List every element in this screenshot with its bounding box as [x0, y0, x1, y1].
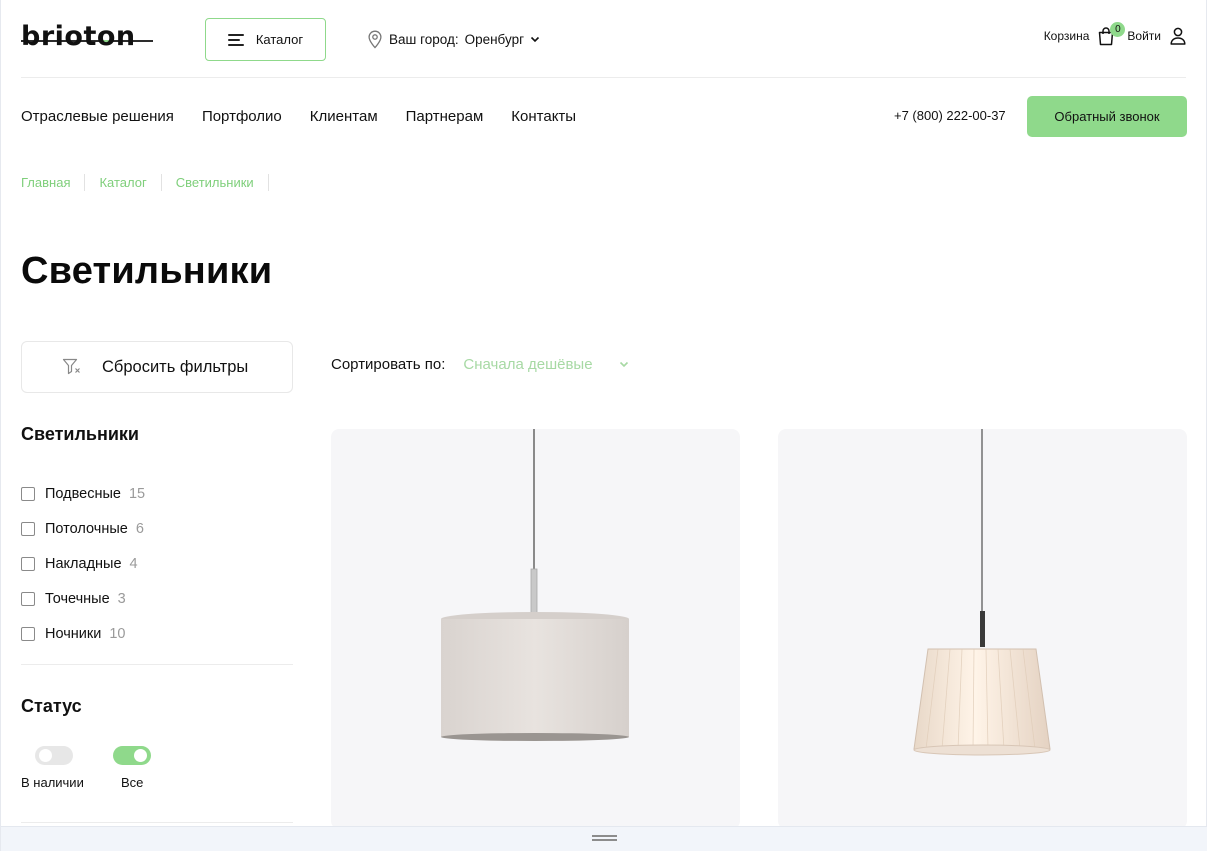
cart-link[interactable]: Корзина 0	[1043, 22, 1126, 46]
status-toggle-in-stock[interactable]: В наличии	[21, 746, 84, 790]
catalog-button[interactable]: Каталог	[205, 18, 326, 61]
top-bar: brioton Каталог Ваш город: Оренбург Корз…	[21, 0, 1186, 78]
sort-label: Сортировать по:	[331, 356, 446, 373]
user-icon	[1170, 27, 1186, 45]
catalog-button-label: Каталог	[255, 32, 304, 47]
filter-divider	[21, 822, 293, 823]
product-card[interactable]	[778, 429, 1187, 829]
product-card[interactable]	[331, 429, 740, 829]
status-option-label: В наличии	[21, 775, 84, 790]
breadcrumb-lamps[interactable]: Светильники	[176, 174, 269, 191]
sort-control: Сортировать по: Сначала дешёвые	[331, 356, 629, 373]
main-nav: Отраслевые решения Портфолио Клиентам Па…	[21, 96, 576, 137]
category-filter-item[interactable]: Точечные 3	[21, 582, 145, 617]
location-pin-icon	[368, 30, 382, 49]
bottom-bar	[1, 826, 1207, 851]
callback-button[interactable]: Обратный звонок	[1027, 96, 1187, 137]
category-filter-list: Подвесные 15 Потолочные 6 Накладные 4 То…	[21, 476, 145, 652]
category-label: Подвесные	[45, 485, 121, 502]
filter-divider	[21, 664, 293, 665]
category-label: Потолочные	[45, 520, 128, 537]
category-filter-title: Светильники	[21, 424, 139, 444]
login-label: Войти	[1127, 29, 1161, 43]
category-label: Точечные	[45, 591, 110, 608]
status-toggle-all[interactable]: Все	[113, 746, 151, 790]
logo-text: brioton	[21, 21, 136, 52]
checkbox[interactable]	[21, 521, 35, 536]
category-filter-item[interactable]: Подвесные 15	[21, 476, 145, 511]
status-option-label: Все	[121, 775, 144, 790]
category-count: 3	[117, 591, 126, 608]
nav-item-portfolio[interactable]: Портфолио	[202, 108, 282, 125]
filter-reset-icon	[62, 358, 80, 375]
page: brioton Каталог Ваш город: Оренбург Корз…	[0, 0, 1207, 851]
toggle-switch[interactable]	[35, 746, 73, 765]
sort-select[interactable]: Сначала дешёвые	[463, 356, 592, 373]
product-image-drum-pendant	[441, 429, 629, 741]
category-filter-item[interactable]: Накладные 4	[21, 546, 145, 581]
category-label: Накладные	[45, 555, 122, 572]
breadcrumb-home[interactable]: Главная	[21, 174, 86, 191]
login-link[interactable]: Войти	[1127, 27, 1186, 45]
product-image-pleated-pendant	[913, 429, 1051, 756]
logo[interactable]: brioton	[21, 22, 153, 52]
city-label: Ваш город:	[389, 32, 459, 47]
reset-filters-button[interactable]: Сбросить фильтры	[21, 341, 293, 393]
cart-label: Корзина	[1043, 29, 1090, 43]
nav-item-industry-solutions[interactable]: Отраслевые решения	[21, 108, 174, 125]
category-count: 4	[129, 555, 138, 572]
chevron-down-icon	[530, 36, 540, 43]
page-title: Светильники	[21, 250, 273, 292]
phone-link[interactable]: +7 (800) 222-00-37	[894, 108, 1006, 123]
reset-filters-label: Сбросить фильтры	[102, 357, 249, 376]
category-count: 6	[135, 520, 144, 537]
category-filter-item[interactable]: Потолочные 6	[21, 511, 145, 546]
status-filter-title: Статус	[21, 696, 82, 716]
breadcrumb: Главная Каталог Светильники	[21, 174, 283, 191]
menu-icon	[227, 34, 244, 46]
breadcrumb-catalog[interactable]: Каталог	[99, 174, 162, 191]
category-filter-item[interactable]: Ночники 10	[21, 617, 145, 652]
checkbox[interactable]	[21, 592, 35, 607]
nav-item-partners[interactable]: Партнерам	[406, 108, 484, 125]
nav-item-clients[interactable]: Клиентам	[310, 108, 378, 125]
checkbox[interactable]	[21, 556, 35, 571]
toggle-switch[interactable]	[113, 746, 151, 765]
cart-count-badge: 0	[1110, 22, 1126, 37]
nav-item-contacts[interactable]: Контакты	[511, 108, 576, 125]
category-count: 15	[128, 485, 146, 502]
city-selector[interactable]: Ваш город: Оренбург	[367, 30, 540, 49]
cart-icon: 0	[1097, 22, 1126, 46]
drag-handle-icon[interactable]	[592, 835, 617, 841]
chevron-down-icon[interactable]	[619, 361, 629, 368]
checkbox[interactable]	[21, 486, 35, 501]
category-label: Ночники	[45, 626, 102, 643]
checkbox[interactable]	[21, 627, 35, 642]
header-actions: Корзина 0 Войти	[1043, 22, 1186, 46]
category-count: 10	[109, 626, 126, 643]
city-value: Оренбург	[464, 32, 525, 47]
